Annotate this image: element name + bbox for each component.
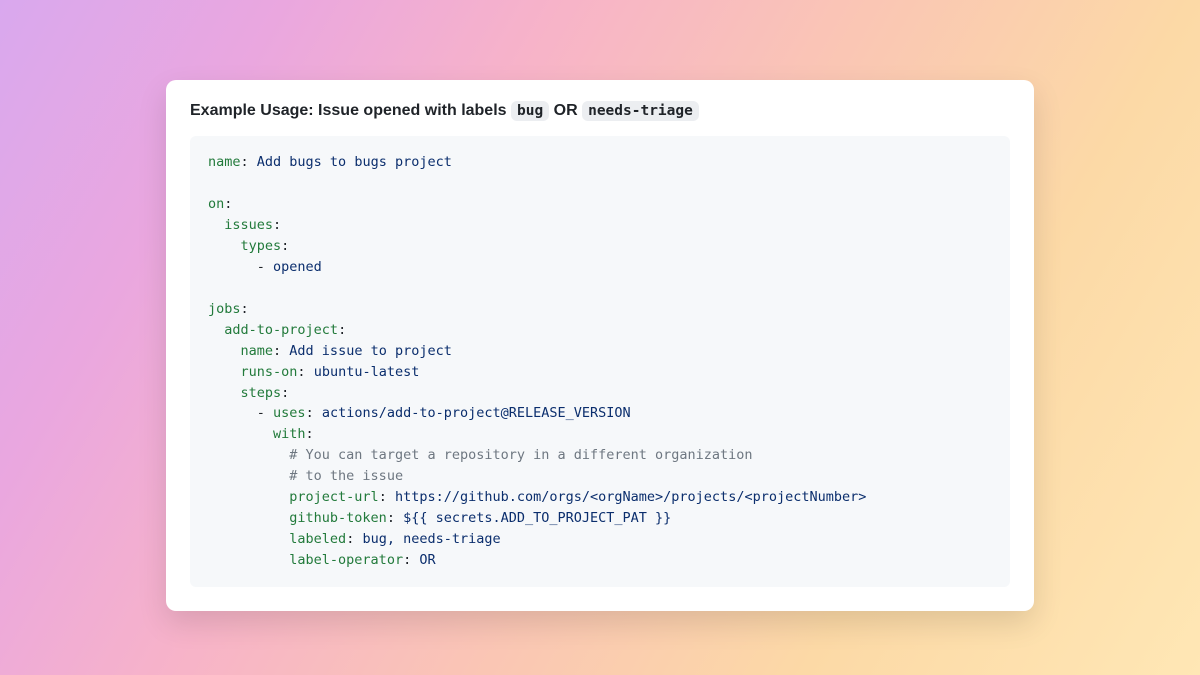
yaml-key: labeled xyxy=(289,531,346,547)
yaml-comment: # to the issue xyxy=(289,468,403,484)
yaml-key: uses xyxy=(273,405,306,421)
yaml-value: https://github.com/orgs/<orgName>/projec… xyxy=(395,489,866,505)
yaml-value: opened xyxy=(273,259,322,275)
yaml-code: name: Add bugs to bugs project on: issue… xyxy=(208,152,992,570)
heading-code-needs-triage: needs-triage xyxy=(582,101,699,121)
yaml-value: ${{ secrets.ADD_TO_PROJECT_PAT }} xyxy=(403,510,671,526)
heading-mid: OR xyxy=(549,102,582,119)
yaml-key: issues xyxy=(224,217,273,233)
yaml-key: jobs xyxy=(208,301,241,317)
yaml-key: label-operator xyxy=(289,552,403,568)
yaml-key: on xyxy=(208,196,224,212)
yaml-key: name xyxy=(241,343,274,359)
yaml-key: steps xyxy=(241,385,282,401)
yaml-key: add-to-project xyxy=(224,322,338,338)
example-heading: Example Usage: Issue opened with labels … xyxy=(190,100,1010,122)
yaml-key: project-url xyxy=(289,489,378,505)
yaml-value: ubuntu-latest xyxy=(314,364,420,380)
yaml-value: Add bugs to bugs project xyxy=(257,154,452,170)
yaml-key: with xyxy=(273,426,306,442)
yaml-key: types xyxy=(241,238,282,254)
yaml-value: actions/add-to-project@RELEASE_VERSION xyxy=(322,405,631,421)
documentation-card: Example Usage: Issue opened with labels … xyxy=(166,80,1034,611)
heading-code-bug: bug xyxy=(511,101,549,121)
yaml-key: runs-on xyxy=(241,364,298,380)
yaml-value: OR xyxy=(419,552,435,568)
yaml-key: github-token xyxy=(289,510,387,526)
yaml-key: name xyxy=(208,154,241,170)
yaml-code-block: name: Add bugs to bugs project on: issue… xyxy=(190,136,1010,586)
heading-prefix: Example Usage: Issue opened with labels xyxy=(190,102,511,119)
yaml-comment: # You can target a repository in a diffe… xyxy=(289,447,752,463)
yaml-value: Add issue to project xyxy=(289,343,452,359)
yaml-value: bug, needs-triage xyxy=(362,531,500,547)
